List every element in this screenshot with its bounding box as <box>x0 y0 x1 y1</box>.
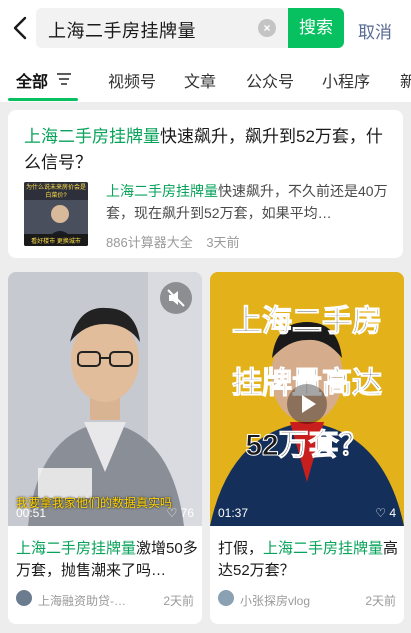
video-card[interactable]: 我要拿我家他们的数据真实吗 00:51 ♡ 76 上海二手房挂牌量激增50多万套… <box>8 272 202 624</box>
video-likes: ♡ 4 <box>375 506 396 520</box>
video-thumbnail[interactable]: 我要拿我家他们的数据真实吗 00:51 ♡ 76 <box>8 272 202 526</box>
video-likes: ♡ 76 <box>166 506 194 520</box>
video-overlay-line3: 52万套？ <box>245 429 369 463</box>
article-source[interactable]: 886计算器大全 <box>106 235 193 250</box>
active-tab-indicator <box>8 98 78 101</box>
video-duration: 00:51 <box>16 506 47 520</box>
clear-icon[interactable]: × <box>258 19 276 37</box>
play-icon[interactable] <box>287 384 327 424</box>
tab-more[interactable]: 新 <box>400 68 411 92</box>
tab-official-accounts[interactable]: 公众号 <box>246 68 294 92</box>
article-time: 3天前 <box>206 235 240 250</box>
tab-articles[interactable]: 文章 <box>184 68 216 92</box>
video-source[interactable]: 小张探房vlog <box>240 592 350 609</box>
article-title[interactable]: 上海二手房挂牌量快速飙升，飙升到52万套，什么信号？ <box>24 124 390 176</box>
video-title[interactable]: 打假，上海二手房挂牌量高达52万套？ <box>218 538 400 582</box>
video-time: 2天前 <box>163 594 194 608</box>
video-title[interactable]: 上海二手房挂牌量激增50多万套，抛售潮来了吗… <box>16 538 198 582</box>
filter-icon[interactable] <box>56 72 72 86</box>
heart-icon: ♡ <box>166 506 178 520</box>
heart-icon: ♡ <box>375 506 386 520</box>
avatar[interactable] <box>218 590 234 606</box>
cancel-button[interactable]: 取消 <box>358 18 392 43</box>
mute-icon[interactable] <box>160 282 192 314</box>
back-arrow-icon[interactable] <box>8 14 34 42</box>
thumb-text-top: 为什么说未来房价会是白菜价? <box>26 185 87 199</box>
article-result-card[interactable]: 上海二手房挂牌量快速飙升，飙升到52万套，什么信号？ 为什么说未来房价会是白菜价… <box>8 110 403 258</box>
search-header: 上海二手房挂牌量 × 搜索 取消 <box>0 0 411 58</box>
video-card[interactable]: 上海二手房 挂牌量高达 52万套？ 01:37 ♡ 4 打假，上海二手房挂牌量高… <box>210 272 404 624</box>
article-meta: 886计算器大全 3天前 <box>106 232 250 251</box>
category-tabs: 全部 视频号 文章 公众号 小程序 新 <box>0 58 411 102</box>
search-query[interactable]: 上海二手房挂牌量 <box>48 17 196 43</box>
tab-mini-programs[interactable]: 小程序 <box>322 68 370 92</box>
thumb-text-bottom: 看好楼市 更换城市 <box>31 239 81 245</box>
video-thumbnail[interactable]: 上海二手房 挂牌量高达 52万套？ 01:37 ♡ 4 <box>210 272 404 526</box>
video-source[interactable]: 上海融资助贷-… <box>38 592 148 609</box>
article-snippet: 上海二手房挂牌量快速飙升，不久前还是40万套，现在飙升到52万套，如果平均… <box>106 183 388 221</box>
tab-all[interactable]: 全部 <box>16 68 48 92</box>
article-thumbnail[interactable]: 为什么说未来房价会是白菜价? 看好楼市 更换城市 <box>24 182 88 246</box>
video-duration: 01:37 <box>218 506 249 520</box>
video-time: 2天前 <box>365 594 396 608</box>
search-input[interactable]: 上海二手房挂牌量 × <box>36 8 288 48</box>
search-button[interactable]: 搜索 <box>288 8 344 48</box>
video-overlay-line1: 上海二手房 <box>232 305 383 339</box>
avatar[interactable] <box>16 590 32 606</box>
tab-channels[interactable]: 视频号 <box>108 68 156 92</box>
